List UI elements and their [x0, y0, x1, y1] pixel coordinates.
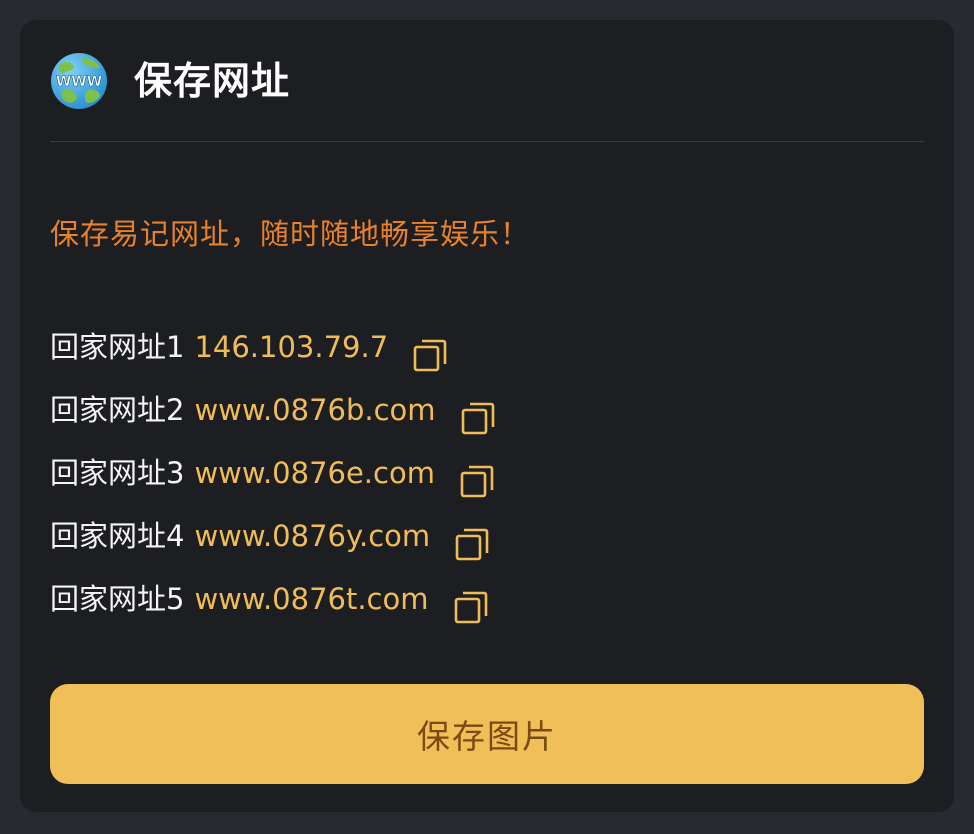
copy-icon[interactable] [412, 337, 448, 373]
page-title: 保存网址 [134, 59, 291, 103]
copy-icon[interactable] [454, 526, 490, 562]
address-label: 回家网址1 [50, 330, 185, 364]
address-row-1: 回家网址1 146.103.79.7 [50, 327, 924, 390]
slogan-text: 保存易记网址，随时随地畅享娱乐！ [50, 217, 531, 251]
address-url[interactable]: www.0876b.com [194, 390, 435, 430]
address-label: 回家网址4 [50, 519, 185, 553]
address-row-2: 回家网址2 www.0876b.com [50, 390, 924, 453]
address-list: 回家网址1 146.103.79.7 回家网址2 www.0876b.com 回… [50, 327, 924, 642]
globe-www-icon: WWW [51, 53, 107, 109]
address-url[interactable]: www.0876t.com [194, 579, 428, 619]
address-url[interactable]: www.0876e.com [194, 453, 435, 493]
save-address-card: WWW 保存网址 保存易记网址，随时随地畅享娱乐！ 回家网址1 146.103.… [20, 20, 954, 812]
address-row-4: 回家网址4 www.0876y.com [50, 516, 924, 579]
address-label: 回家网址2 [50, 393, 185, 427]
card-header: WWW 保存网址 [50, 50, 924, 112]
address-row-3: 回家网址3 www.0876e.com [50, 453, 924, 516]
address-label: 回家网址5 [50, 582, 185, 616]
copy-icon[interactable] [459, 463, 495, 499]
address-label: 回家网址3 [50, 456, 185, 490]
address-row-5: 回家网址5 www.0876t.com [50, 579, 924, 642]
address-url[interactable]: 146.103.79.7 [194, 327, 388, 367]
save-image-button[interactable]: 保存图片 [50, 684, 924, 784]
copy-icon[interactable] [453, 589, 489, 625]
copy-icon[interactable] [460, 400, 496, 436]
svg-text:WWW: WWW [56, 74, 102, 90]
address-url[interactable]: www.0876y.com [194, 516, 430, 556]
header-divider [50, 141, 924, 142]
